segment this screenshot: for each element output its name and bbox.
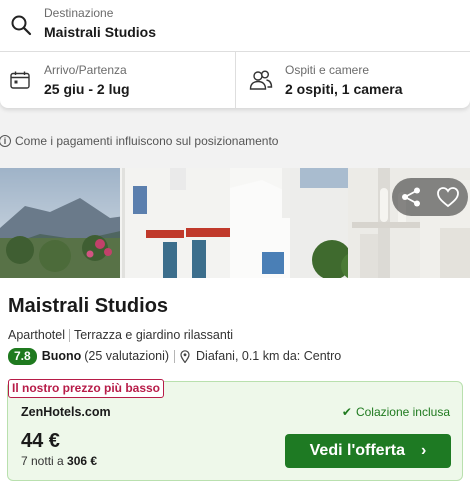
divider: [174, 349, 176, 363]
guests-field[interactable]: Ospiti e camere 2 ospiti, 1 camera: [237, 52, 470, 108]
nights-prefix: 7 notti a: [21, 454, 64, 468]
search-panel: Destinazione Maistrali Studios Arrivo/Pa…: [0, 0, 470, 108]
hotel-tags: Aparthotel Terrazza e giardino rilassant…: [8, 328, 233, 342]
destination-value: Maistrali Studios: [44, 24, 157, 40]
breakfast-included-text: Colazione inclusa: [355, 405, 450, 419]
rating-word: Buono: [41, 349, 82, 363]
share-icon[interactable]: [400, 186, 422, 208]
check-icon: ✔: [341, 405, 352, 419]
location-pin-icon: [180, 349, 190, 363]
guests-label: Ospiti e camere: [285, 63, 370, 77]
stay-total: 7 notti a 306 €: [21, 454, 97, 468]
heart-icon[interactable]: [436, 186, 460, 208]
photo-actions: [392, 178, 468, 216]
view-offer-button[interactable]: Vedi l'offerta ›: [285, 434, 451, 468]
review-count[interactable]: (25 valutazioni): [84, 349, 169, 363]
rating-row: 7.8 Buono (25 valutazioni) Diafani, 0.1 …: [8, 347, 341, 365]
view-offer-label: Vedi l'offerta: [309, 442, 406, 459]
hotel-type: Aparthotel: [8, 328, 65, 342]
best-offer[interactable]: Il nostro prezzo più basso ZenHotels.com…: [7, 379, 463, 481]
lowest-price-badge: Il nostro prezzo più basso: [8, 379, 165, 398]
breakfast-included: ✔ Colazione inclusa: [342, 405, 450, 419]
hotel-location[interactable]: Diafani, 0.1 km da: Centro: [196, 349, 341, 363]
divider: [68, 328, 70, 342]
info-icon: i: [0, 135, 11, 147]
hotel-feature: Terrazza e giardino rilassanti: [73, 328, 234, 342]
hotel-card[interactable]: Maistrali Studios Aparthotel Terrazza e …: [0, 168, 470, 487]
dates-label: Arrivo/Partenza: [44, 63, 127, 77]
destination-field[interactable]: Destinazione Maistrali Studios: [0, 0, 470, 52]
dates-field[interactable]: Arrivo/Partenza 25 giu - 2 lug: [0, 52, 236, 108]
hotel-photo[interactable]: [0, 168, 470, 278]
guests-icon: [249, 70, 273, 90]
total-price: 306 €: [67, 454, 98, 468]
chevron-right-icon: ›: [421, 442, 427, 459]
payment-note-text: Come i pagamenti influiscono sul posizio…: [15, 134, 279, 148]
offer-provider: ZenHotels.com: [21, 405, 111, 419]
dates-value: 25 giu - 2 lug: [44, 81, 130, 97]
calendar-icon: [10, 71, 30, 89]
destination-label: Destinazione: [44, 6, 114, 20]
payment-ranking-note[interactable]: i Come i pagamenti influiscono sul posiz…: [0, 133, 278, 149]
nightly-price: 44 €: [21, 430, 60, 452]
search-icon: [11, 15, 32, 36]
rating-score-badge: 7.8: [8, 347, 37, 365]
hotel-name[interactable]: Maistrali Studios: [8, 295, 168, 318]
guests-value: 2 ospiti, 1 camera: [285, 81, 403, 97]
